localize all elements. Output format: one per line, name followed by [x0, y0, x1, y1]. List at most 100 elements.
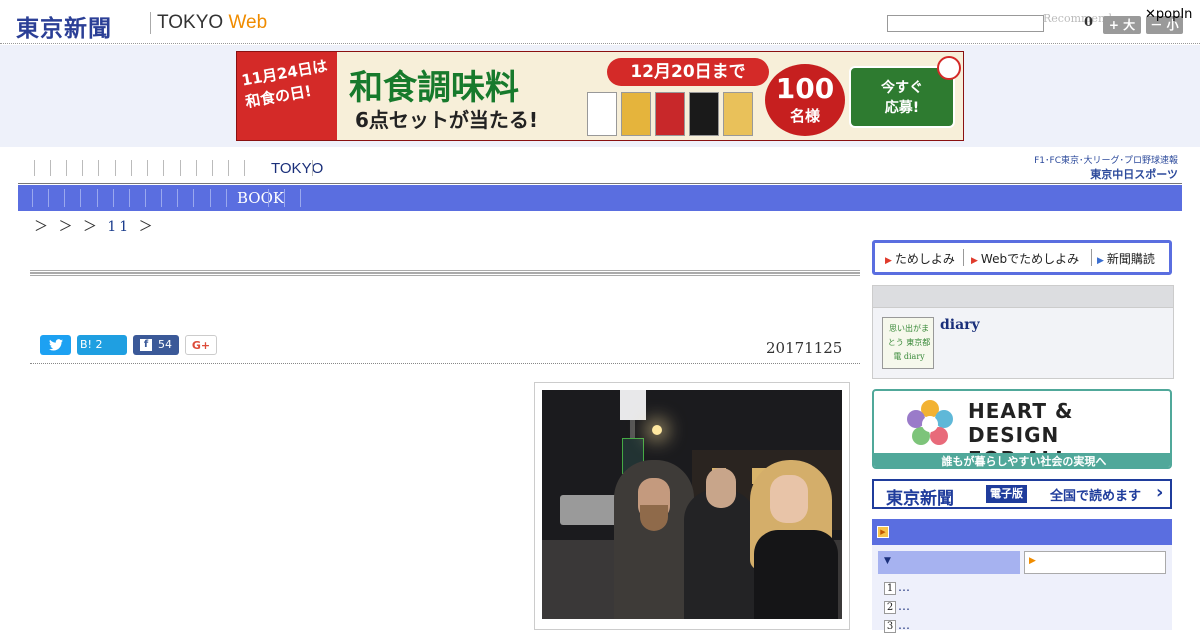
site-header: 東京新聞 TOKYO Web Recommend 0 + 大 － 小 ✕popI… [0, 0, 1200, 44]
ad-banner[interactable]: 11月24日は 和食の日! 和食調味料 6点セットが当たる! 12月20日まで 1… [236, 51, 964, 141]
ranking-tab[interactable]: ▶ [1024, 551, 1166, 574]
category-tab-book[interactable]: BOOK [237, 189, 284, 207]
diary-widget-header [873, 286, 1173, 308]
ranking-number: 1 [884, 582, 896, 595]
chunichi-sports-link[interactable]: F1･FC東京･大リーグ･プロ野球速報 東京中日スポーツ [1028, 153, 1178, 182]
twitter-share-button[interactable] [40, 335, 71, 355]
category-tab[interactable] [177, 189, 178, 207]
photo-person-middle [684, 490, 756, 619]
tokyo-web-prefix: TOKYO [157, 12, 229, 33]
ad-deadline: 12月20日まで [607, 58, 769, 86]
article-photo-frame [534, 382, 850, 630]
category-tab[interactable] [64, 189, 65, 207]
ad-cta-line1: 今すぐ [881, 80, 923, 96]
breadcrumb-link[interactable]: 11 [107, 219, 131, 235]
search-input[interactable] [887, 15, 1044, 32]
article-photo[interactable] [542, 390, 842, 619]
category-tab[interactable] [48, 189, 49, 207]
ad-prize-count: 100 [775, 72, 835, 105]
logo-divider [150, 12, 151, 34]
article-title-rule [30, 270, 860, 276]
category-tab[interactable] [284, 189, 285, 207]
diary-widget: 思い出がまとう 東京都電 diary diary [872, 285, 1174, 379]
ad-cta-line2: 応募! [884, 100, 920, 116]
ad-prize-unit: 名様 [789, 107, 820, 125]
ad-product-image [621, 92, 651, 136]
chunichi-tagline: F1･FC東京･大リーグ･プロ野球速報 [1034, 156, 1178, 166]
category-tab[interactable] [193, 189, 194, 207]
ad-left-line1: 11月24日は [240, 56, 329, 90]
category-tab[interactable] [268, 189, 269, 207]
ranking-text: … [898, 580, 910, 594]
ad-product-image [587, 92, 617, 136]
ad-product-image [723, 92, 753, 136]
ranking-item[interactable]: 2… [884, 599, 910, 614]
category-tab[interactable] [32, 189, 33, 207]
digital-edition-banner[interactable]: 東京新聞 電子版 全国で読めます › [872, 479, 1172, 509]
ranking-number: 3 [884, 620, 896, 633]
category-tab[interactable] [80, 189, 81, 207]
popin-close-button[interactable]: ✕popIn [1145, 7, 1192, 22]
category-tab[interactable] [113, 189, 114, 207]
ranking-tab-active[interactable]: ▼ [878, 551, 1020, 574]
ranking-item[interactable]: 3… [884, 618, 910, 633]
ranking-icon: ▶ [877, 526, 889, 538]
hatena-bookmark-button[interactable]: B! 2 [77, 335, 127, 355]
nav-divider [50, 160, 51, 176]
tokyo-web-logo[interactable]: TOKYO Web [157, 12, 267, 34]
nav-divider [196, 160, 197, 176]
category-tab[interactable] [300, 189, 301, 207]
triangle-down-icon: ▼ [884, 556, 891, 566]
digital-edition-text: 全国で読めます [1050, 489, 1142, 504]
nav-divider-line [18, 183, 1182, 184]
diary-thumbnail[interactable]: 思い出がまとう 東京都電 diary [882, 317, 934, 369]
category-tab[interactable] [97, 189, 98, 207]
nav-divider [98, 160, 99, 176]
nav-divider [312, 160, 313, 176]
ad-product-image [689, 92, 719, 136]
ranking-item[interactable]: 1… [884, 580, 910, 595]
recommend-label: Recommend [1043, 12, 1113, 25]
ad-prize-circle: 100 名様 [765, 64, 845, 136]
nav-divider [34, 160, 35, 176]
category-tab[interactable] [145, 189, 146, 207]
ranking-widget: ▶ ▼ ▶ 1… 2… 3… [872, 519, 1172, 633]
heart-design-tagline: 誰もが暮らしやすい社会の実現へ [874, 453, 1170, 467]
diary-link[interactable]: diary [940, 317, 980, 333]
subscribe-divider [1091, 249, 1092, 266]
category-tab[interactable] [161, 189, 162, 207]
nav-divider [228, 160, 229, 176]
ad-subtitle: 6点セットが当たる! [355, 108, 539, 132]
breadcrumb: ＞ ＞ ＞ 11 ＞ [34, 216, 156, 236]
subscribe-links: ▶ ためしよみ ▶ Webでためしよみ ▶ 新聞購読 [872, 240, 1172, 275]
nav-item-tokyo[interactable]: TOKYO [271, 160, 323, 177]
trial-read-link[interactable]: ▶ ためしよみ [885, 250, 955, 267]
category-tab[interactable] [129, 189, 130, 207]
nav-divider [147, 160, 148, 176]
heart-design-title-line1: HEART & DESIGN [968, 399, 1074, 447]
web-trial-read-link[interactable]: ▶ Webでためしよみ [971, 250, 1079, 267]
facebook-share-button[interactable]: f 54 [133, 335, 179, 355]
triangle-icon: ▶ [1097, 256, 1104, 266]
nav-divider [180, 160, 181, 176]
heart-design-banner[interactable]: HEART & DESIGNFOR ALL 誰もが暮らしやすい社会の実現へ [872, 389, 1172, 469]
photo-person-right-face [770, 475, 808, 523]
diary-thumbnail-text: 思い出がまとう 東京都電 diary [887, 324, 931, 361]
panda-icon [937, 56, 961, 80]
category-tab[interactable] [210, 189, 211, 207]
photo-street-light [652, 425, 662, 435]
triangle-icon: ▶ [971, 256, 978, 266]
ranking-header: ▶ [872, 519, 1172, 545]
subscribe-divider [963, 249, 964, 266]
nav-divider [163, 160, 164, 176]
font-larger-button[interactable]: + 大 [1103, 16, 1141, 34]
google-plus-button[interactable]: G+ [185, 335, 217, 355]
ad-product-image [655, 92, 685, 136]
nav-divider [115, 160, 116, 176]
photo-person-middle-face [706, 468, 736, 508]
trial-read-label: ためしよみ [894, 252, 955, 266]
site-logo[interactable]: 東京新聞 [16, 9, 112, 43]
subscription-link[interactable]: ▶ 新聞購読 [1097, 250, 1155, 267]
category-tab[interactable] [226, 189, 227, 207]
article-meta-rule [30, 363, 860, 364]
